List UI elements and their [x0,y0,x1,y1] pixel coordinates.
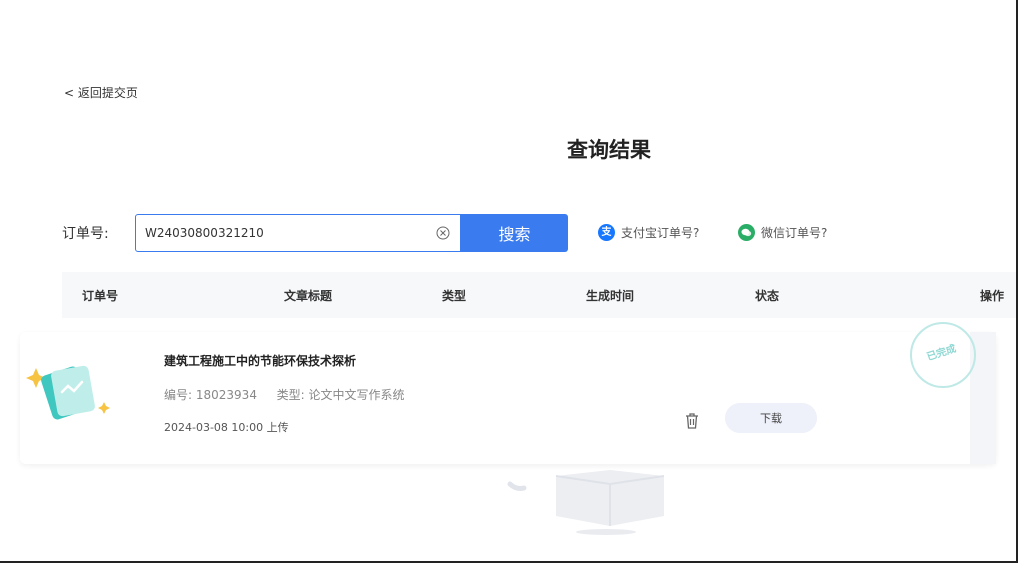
trash-icon[interactable] [684,412,700,430]
status-stamp: 已完成 [910,322,976,388]
table-header: 订单号 文章标题 类型 生成时间 状态 操作 [62,272,1016,318]
back-link[interactable]: < 返回提交页 [64,84,138,101]
page-title: 查询结果 [567,138,651,162]
column-header-title: 文章标题 [284,289,333,303]
search-box[interactable] [135,214,461,252]
order-id-label: 编号: [164,388,193,402]
page-frame: < 返回提交页 查询结果 订单号: 搜索 支 支付宝订单号? [0,0,1018,563]
alipay-order-help-link[interactable]: 支 支付宝订单号? [598,224,699,241]
order-meta: 编号: 18023934 类型: 论文中文写作系统 [164,386,405,403]
order-number-label: 订单号: [62,226,109,242]
column-header-status: 状态 [755,289,780,303]
order-title: 建筑工程施工中的节能环保技术探析 [164,354,357,368]
order-row: 建筑工程施工中的节能环保技术探析 编号: 18023934 类型: 论文中文写作… [20,322,996,464]
column-header-type: 类型 [442,289,467,303]
column-header-order-number: 订单号 [82,289,119,303]
order-type-label: 类型: [276,388,305,402]
order-type: 论文中文写作系统 [308,388,405,402]
document-illustration-icon [26,365,110,420]
alipay-help-label: 支付宝订单号? [621,226,700,240]
wechat-help-label: 微信订单号? [761,226,828,240]
alipay-icon: 支 [598,224,615,241]
wechat-icon [738,224,755,241]
order-id: 18023934 [195,388,257,402]
empty-box-illustration-icon [507,470,665,535]
clear-icon[interactable] [436,226,450,240]
column-header-created-time: 生成时间 [586,289,635,303]
order-upload-time: 2024-03-08 10:00 上传 [164,421,289,434]
search-row: 订单号: 搜索 支 支付宝订单号? 微信订单号? [62,214,962,252]
order-number-input[interactable] [145,215,425,251]
status-stamp-label: 已完成 [925,343,958,364]
column-header-actions: 操作 [980,289,1005,303]
download-button[interactable]: 下载 [725,403,817,433]
search-button[interactable]: 搜索 [461,214,568,252]
wechat-order-help-link[interactable]: 微信订单号? [738,224,827,241]
